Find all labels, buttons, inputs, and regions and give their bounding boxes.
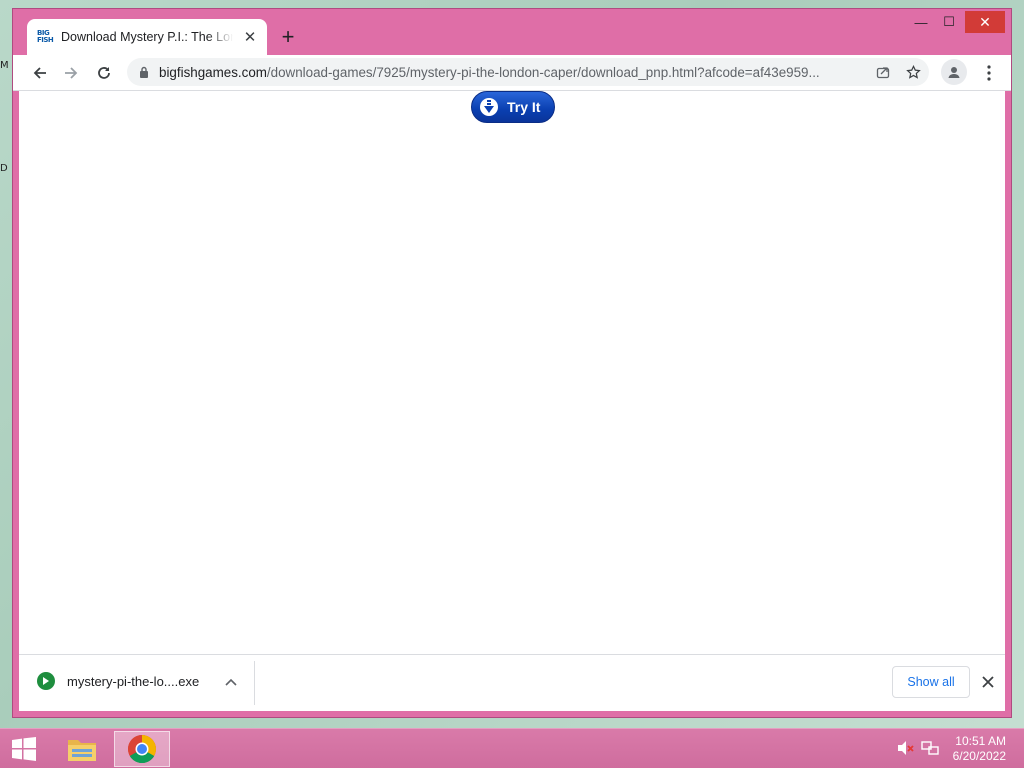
download-item[interactable]: mystery-pi-the-lo....exe xyxy=(37,672,199,690)
taskbar: 10:51 AM 6/20/2022 xyxy=(0,728,1024,768)
favicon-text: FISH xyxy=(37,36,54,44)
minimize-button[interactable]: — xyxy=(907,11,935,33)
clock-date: 6/20/2022 xyxy=(952,749,1006,763)
desktop-icon-stub: D xyxy=(0,163,8,174)
title-bar: BIG FISH Download Mystery P.I.: The Lond… xyxy=(13,9,1011,55)
chrome-taskbar-button[interactable] xyxy=(114,731,170,767)
profile-avatar-icon[interactable] xyxy=(941,59,967,85)
back-arrow-icon xyxy=(33,67,46,79)
system-clock[interactable]: 10:51 AM 6/20/2022 xyxy=(953,734,1006,764)
browser-tab[interactable]: BIG FISH Download Mystery P.I.: The Lond… xyxy=(27,19,267,55)
try-it-label: Try It xyxy=(507,99,541,115)
folder-icon xyxy=(68,740,96,761)
new-tab-button[interactable]: + xyxy=(277,26,299,48)
tab-close-icon[interactable]: ✕ xyxy=(241,28,259,46)
divider xyxy=(254,661,255,705)
forward-arrow-icon xyxy=(65,67,78,79)
download-complete-icon xyxy=(37,672,55,690)
desktop-icon-stub: M xyxy=(0,60,9,71)
more-menu-icon[interactable] xyxy=(981,60,997,86)
page-content: Try It xyxy=(19,91,1005,654)
windows-logo-icon xyxy=(12,737,36,761)
network-icon[interactable] xyxy=(921,739,939,757)
reload-button[interactable] xyxy=(91,60,117,86)
chrome-icon xyxy=(128,735,156,763)
tab-title: Download Mystery P.I.: The London Caper xyxy=(61,30,233,44)
share-icon[interactable] xyxy=(873,62,893,82)
try-it-button[interactable]: Try It xyxy=(471,91,555,123)
maximize-button[interactable]: ☐ xyxy=(935,11,963,33)
reload-icon xyxy=(98,67,110,79)
close-shelf-icon[interactable] xyxy=(979,673,997,691)
start-button[interactable] xyxy=(8,736,40,762)
volume-muted-icon[interactable] xyxy=(897,739,915,757)
download-file-name: mystery-pi-the-lo....exe xyxy=(67,673,200,689)
url-path: /download-games/7925/mystery-pi-the-lond… xyxy=(266,64,820,80)
browser-window: BIG FISH Download Mystery P.I.: The Lond… xyxy=(12,8,1012,718)
forward-button[interactable] xyxy=(58,60,84,86)
address-bar[interactable]: bigfishgames.com/download-games/7925/mys… xyxy=(127,58,929,86)
url-host: bigfishgames.com xyxy=(159,64,267,80)
bookmark-star-icon[interactable] xyxy=(903,62,923,82)
download-shelf: mystery-pi-the-lo....exe Show all xyxy=(19,654,1005,711)
url-text[interactable]: bigfishgames.com/download-games/7925/mys… xyxy=(159,65,859,80)
lock-icon[interactable] xyxy=(137,65,151,79)
bigfish-favicon-icon: BIG FISH xyxy=(37,30,54,44)
download-arrow-icon xyxy=(480,98,498,116)
show-all-button[interactable]: Show all xyxy=(892,666,970,698)
back-button[interactable] xyxy=(27,60,53,86)
clock-time: 10:51 AM xyxy=(955,734,1006,748)
browser-toolbar: bigfishgames.com/download-games/7925/mys… xyxy=(13,55,1011,91)
file-explorer-taskbar-button[interactable] xyxy=(54,731,110,767)
close-window-button[interactable]: ✕ xyxy=(965,11,1005,33)
chevron-up-icon[interactable] xyxy=(224,675,238,689)
